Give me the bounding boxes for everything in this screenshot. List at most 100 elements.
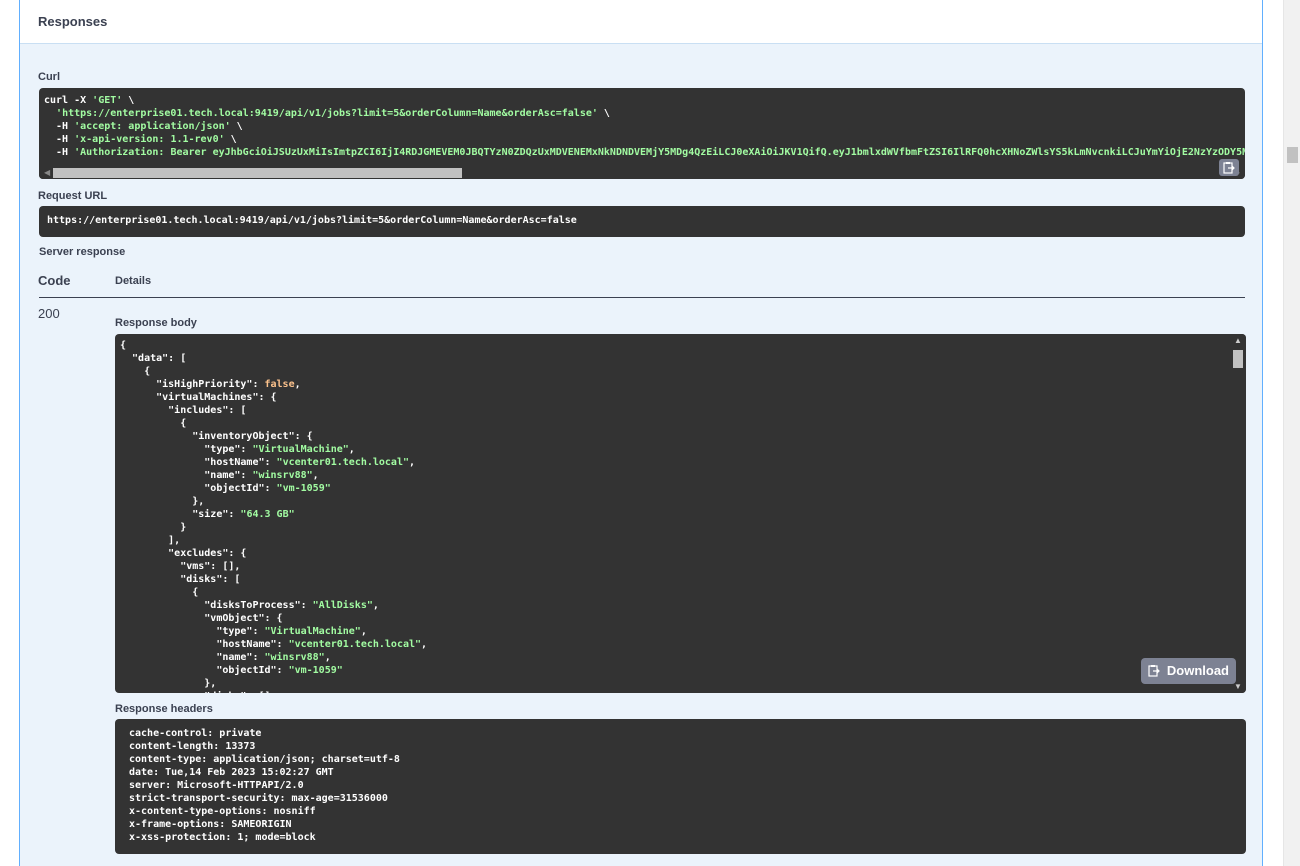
- json-line-text: "hostName":: [120, 639, 289, 650]
- response-status-code: 200: [38, 306, 60, 321]
- scrollbar-thumb[interactable]: [53, 168, 462, 178]
- details-column-header: Details: [115, 275, 152, 287]
- json-line-text: "type":: [120, 444, 253, 455]
- curl-line-text: -H: [44, 134, 75, 145]
- json-line-text: "excludes": {: [120, 548, 247, 559]
- response-header-line: content-length: 13373: [129, 741, 256, 752]
- page-vertical-scrollbar[interactable]: [1283, 0, 1300, 866]
- json-line-text: "disks": [: [120, 574, 241, 585]
- json-line-text: ],: [120, 535, 181, 546]
- clipboard-icon: [1148, 665, 1160, 677]
- curl-line-string: 'GET': [92, 95, 123, 106]
- json-line-text: "objectId":: [120, 665, 289, 676]
- request-url-label: Request URL: [38, 190, 108, 202]
- curl-line-string: 'Authorization: Bearer eyJhbGciOiJSUzUxM…: [74, 147, 1245, 158]
- response-table-header: Code Details: [38, 272, 1245, 298]
- curl-command: curl -X 'GET' \ 'https://enterprise01.te…: [39, 88, 1245, 159]
- response-header-line: x-frame-options: SAMEORIGIN: [129, 819, 292, 830]
- json-line-text: "inventoryObject": {: [120, 431, 313, 442]
- json-line-text: "includes": [: [120, 405, 247, 416]
- responses-panel: Responses Curl curl -X 'GET' \ 'https://…: [19, 0, 1263, 866]
- scroll-down-icon[interactable]: ▼: [1234, 682, 1242, 691]
- json-line-text: ,: [409, 457, 416, 468]
- curl-line-text: -H: [44, 147, 75, 158]
- curl-line-text: \: [236, 121, 243, 132]
- json-line-text: "hostName":: [120, 457, 277, 468]
- json-line-text: "virtualMachines": {: [120, 392, 277, 403]
- scroll-up-icon[interactable]: ▲: [1234, 336, 1242, 345]
- response-header-line: x-xss-protection: 1; mode=block: [129, 832, 316, 843]
- request-url-block[interactable]: https://enterprise01.tech.local:9419/api…: [39, 206, 1245, 237]
- response-header-line: strict-transport-security: max-age=31536…: [129, 793, 388, 804]
- json-line-text: },: [120, 678, 217, 689]
- responses-header: Responses: [20, 0, 1262, 44]
- response-header-line: content-type: application/json; charset=…: [129, 754, 400, 765]
- download-button[interactable]: Download: [1159, 658, 1236, 684]
- json-value: "winsrv88": [252, 470, 313, 481]
- json-value: false: [264, 379, 295, 390]
- response-body-label: Response body: [115, 317, 197, 329]
- json-value: "vm-1059": [288, 665, 343, 676]
- json-line-text: }: [120, 522, 187, 533]
- response-header-line: server: Microsoft-HTTPAPI/2.0: [129, 780, 304, 791]
- json-value: "AllDisks": [312, 600, 373, 611]
- json-line-text: {: [120, 340, 127, 351]
- response-body-vertical-scrollbar[interactable]: ▲ ▼: [1230, 334, 1246, 693]
- json-line-text: ,: [372, 600, 379, 611]
- copy-curl-button[interactable]: [1219, 159, 1239, 176]
- json-line-text: "data": [: [120, 353, 187, 364]
- section-title: Responses: [38, 14, 108, 29]
- json-line-text: ,: [324, 652, 331, 663]
- json-line-text: {: [120, 366, 151, 377]
- json-line-text: ,: [294, 379, 301, 390]
- response-header-line: x-content-type-options: nosniff: [129, 806, 316, 817]
- server-response-label: Server response: [39, 246, 126, 258]
- json-line-text: "size":: [120, 509, 241, 520]
- page-scrollbar-thumb[interactable]: [1287, 147, 1298, 163]
- curl-code-block[interactable]: curl -X 'GET' \ 'https://enterprise01.te…: [39, 88, 1245, 179]
- json-value: "VirtualMachine": [264, 626, 361, 637]
- curl-line-text: \: [603, 108, 610, 119]
- curl-line-text: [44, 108, 56, 119]
- json-line-text: {: [120, 587, 199, 598]
- response-header-line: date: Tue,14 Feb 2023 15:02:27 GMT: [129, 767, 334, 778]
- curl-line-string: 'x-api-version: 1.1-rev0': [74, 134, 225, 145]
- response-body-block[interactable]: { "data": [ { "isHighPriority": false, "…: [115, 334, 1246, 693]
- json-line-text: {: [120, 418, 187, 429]
- json-line-text: "disksToProcess":: [120, 600, 313, 611]
- curl-label: Curl: [38, 71, 60, 83]
- response-headers-list: cache-control: private content-length: 1…: [115, 719, 1246, 844]
- code-column-header: Code: [38, 273, 71, 288]
- json-value: "vcenter01.tech.local": [288, 639, 422, 650]
- response-headers-label: Response headers: [115, 703, 213, 715]
- json-line-text: ,: [421, 639, 428, 650]
- curl-line-text: -H: [44, 121, 75, 132]
- json-value: "winsrv88": [264, 652, 325, 663]
- curl-line-text: \: [230, 134, 237, 145]
- response-body-json: { "data": [ { "isHighPriority": false, "…: [115, 334, 1246, 693]
- json-line-text: "name":: [120, 470, 253, 481]
- json-value: "vm-1059": [276, 483, 331, 494]
- json-value: "64.3 GB": [240, 509, 295, 520]
- json-line-text: ,: [360, 626, 367, 637]
- json-line-text: "disks": []: [120, 691, 270, 693]
- json-line-text: ,: [312, 470, 319, 481]
- json-line-text: "isHighPriority":: [120, 379, 265, 390]
- response-headers-block[interactable]: cache-control: private content-length: 1…: [115, 719, 1246, 854]
- scroll-left-icon[interactable]: ◀: [44, 168, 50, 177]
- request-url-value: https://enterprise01.tech.local:9419/api…: [47, 215, 577, 226]
- json-line-text: "name":: [120, 652, 265, 663]
- json-line-text: "vms": [],: [120, 561, 241, 572]
- json-value: "vcenter01.tech.local": [276, 457, 409, 468]
- json-line-text: "type":: [120, 626, 265, 637]
- curl-horizontal-scrollbar[interactable]: ◀ ▶: [39, 166, 1245, 179]
- scrollbar-thumb[interactable]: [1233, 350, 1243, 368]
- json-line-text: ,: [348, 444, 355, 455]
- clipboard-icon: [1223, 161, 1235, 174]
- curl-line-text: \: [128, 95, 135, 106]
- json-line-text: "objectId":: [120, 483, 277, 494]
- json-line-text: "vmObject": {: [120, 613, 283, 624]
- curl-line-string: 'accept: application/json': [74, 121, 231, 132]
- curl-line-text: curl -X: [44, 95, 93, 106]
- response-header-line: cache-control: private: [129, 728, 262, 739]
